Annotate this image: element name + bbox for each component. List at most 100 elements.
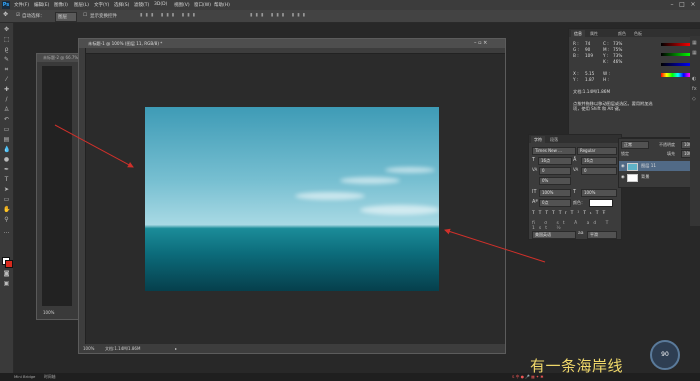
leading-field[interactable]: 16点 <box>581 157 617 165</box>
baseline-icon: Aª <box>532 199 538 205</box>
tab-properties[interactable]: 属性 <box>587 30 601 37</box>
color-panel-icon[interactable]: ▦ <box>692 40 697 46</box>
tab-paragraph[interactable]: 段落 <box>547 136 561 143</box>
menu-image[interactable]: 图像(I) <box>54 2 68 8</box>
tab-info[interactable]: 信息 <box>571 30 585 37</box>
all-caps-button[interactable]: TT <box>545 211 558 216</box>
distribute-icons[interactable]: ▮▮▮ ▮▮▮ ▮▮▮ <box>250 13 308 18</box>
ocean-horizon-image[interactable] <box>145 107 439 291</box>
menu-layer[interactable]: 图层(L) <box>74 2 89 8</box>
font-family-select[interactable]: Times New ... <box>532 147 576 155</box>
blend-mode-select[interactable]: 正常 <box>621 141 649 149</box>
quick-mask-icon[interactable]: ◙ <box>3 271 10 277</box>
timeline-tab[interactable]: 时间轴 <box>44 373 55 381</box>
auto-select-checkbox[interactable]: ☑ <box>16 13 20 18</box>
hand-tool-icon[interactable]: ✋ <box>3 207 10 213</box>
secondary-document-window[interactable]: 未标题-2 @ 66.7% 100% <box>36 53 80 320</box>
document-window-controls[interactable]: – ▫ × <box>474 40 487 46</box>
secondary-document-title[interactable]: 未标题-2 @ 66.7% <box>37 54 79 62</box>
visibility-eye-icon[interactable]: ◉ <box>621 161 625 171</box>
ruler-vertical[interactable] <box>79 48 86 344</box>
blur-tool-icon[interactable]: 💧 <box>3 147 10 153</box>
layer-row[interactable]: ◉ 背景 🔒 <box>619 172 700 182</box>
menu-3d[interactable]: 3D(D) <box>154 2 167 7</box>
menu-window[interactable]: 窗口(W) <box>194 2 211 8</box>
shape-tool-icon[interactable]: ▭ <box>3 197 10 203</box>
menu-file[interactable]: 文件(F) <box>14 2 29 8</box>
underline-button[interactable]: T <box>596 211 603 216</box>
horizontal-scale-field[interactable]: 100% <box>581 189 617 197</box>
eraser-tool-icon[interactable]: ▭ <box>3 127 10 133</box>
language-select[interactable]: 美国英语 <box>532 231 576 239</box>
align-icons[interactable]: ▮▮▮ ▮▮▮ ▮▮▮ <box>140 13 198 18</box>
styles-panel-icon[interactable]: fx <box>692 86 697 92</box>
lasso-tool-icon[interactable]: ϱ <box>3 47 10 53</box>
opentype-buttons[interactable]: ﬁ σ st Ā ad T 1st ½ <box>532 221 618 231</box>
dodge-tool-icon[interactable]: ● <box>3 157 10 163</box>
minimize-icon[interactable]: – <box>668 1 676 8</box>
layer-row-active[interactable]: ◉ 图层 11 <box>619 161 700 171</box>
gradient-tool-icon[interactable]: ▤ <box>3 137 10 143</box>
vertical-scale-field[interactable]: 100% <box>539 189 571 197</box>
quick-select-icon[interactable]: ✎ <box>3 57 10 63</box>
healing-brush-icon[interactable]: ✚ <box>3 87 10 93</box>
text-color-swatch[interactable] <box>589 199 613 207</box>
menu-view[interactable]: 视图(V) <box>174 2 190 8</box>
layer-name[interactable]: 图层 11 <box>641 161 656 171</box>
move-tool-icon[interactable]: ✥ <box>3 27 10 33</box>
paths-panel-icon[interactable]: ◇ <box>692 96 696 102</box>
tab-swatches[interactable]: 色板 <box>631 30 645 37</box>
tracking-field[interactable]: 0 <box>581 167 617 175</box>
status-arrow-icon[interactable]: ▸ <box>175 344 177 353</box>
baseline-field[interactable]: 0点 <box>539 199 571 207</box>
auto-select-dropdown[interactable]: 图层 <box>55 12 77 22</box>
tsume-field[interactable]: 0% <box>539 177 571 185</box>
small-caps-button[interactable]: Tr <box>559 211 571 216</box>
ruler-horizontal[interactable] <box>85 48 505 54</box>
type-style-buttons[interactable]: TTTTTrT¹T₁TŦ <box>532 211 618 218</box>
type-tool-icon[interactable]: T <box>3 177 10 183</box>
font-size-field[interactable]: 16点 <box>538 157 572 165</box>
superscript-button[interactable]: T¹ <box>571 211 584 216</box>
visibility-eye-icon[interactable]: ◉ <box>621 172 625 182</box>
adjustments-panel-icon[interactable]: ◐ <box>692 76 696 82</box>
mini-bridge-tab[interactable]: Mini Bridge <box>14 373 35 381</box>
brush-tool-icon[interactable]: ∕ <box>3 97 10 103</box>
eyedropper-icon[interactable]: ⁄ <box>3 77 10 83</box>
history-brush-icon[interactable]: ↶ <box>3 117 10 123</box>
show-transform-checkbox[interactable]: ☐ <box>83 13 87 18</box>
kerning-field[interactable]: 0 <box>539 167 571 175</box>
clone-stamp-icon[interactable]: ♙ <box>3 107 10 113</box>
menu-help[interactable]: 帮助(H) <box>214 2 230 8</box>
subscript-button[interactable]: T₁ <box>583 211 596 216</box>
pen-tool-icon[interactable]: ✒ <box>3 167 10 173</box>
auto-select-value: 图层 <box>58 15 67 20</box>
background-color[interactable] <box>5 260 13 268</box>
strikethrough-button[interactable]: Ŧ <box>603 211 610 216</box>
secondary-document-canvas[interactable] <box>42 66 72 306</box>
document-title[interactable]: 未标题-1 @ 100% (图层 11, RGB/8) * <box>79 39 505 48</box>
layer-name[interactable]: 背景 <box>641 172 649 182</box>
faux-bold-button[interactable]: T <box>532 211 539 216</box>
zoom-level[interactable]: 100% <box>83 344 94 353</box>
path-select-icon[interactable]: ➤ <box>3 187 10 193</box>
maximize-icon[interactable]: □ <box>678 1 686 8</box>
layers-panel: 正常 不透明度 100% 锁定 填充 100% ◉ 图层 11 ◉ 背景 🔒 <box>618 138 700 188</box>
more-tools-icon[interactable]: … <box>3 229 10 235</box>
screen-mode-icon[interactable]: ▣ <box>3 281 10 287</box>
anti-alias-select[interactable]: 平滑 <box>587 231 617 239</box>
close-icon[interactable]: × <box>689 1 697 8</box>
menu-edit[interactable]: 编辑(E) <box>34 2 49 8</box>
tab-color[interactable]: 颜色 <box>615 30 629 37</box>
menu-type[interactable]: 文字(Y) <box>94 2 109 8</box>
crop-tool-icon[interactable]: ⌗ <box>3 67 10 73</box>
marquee-tool-icon[interactable]: ⬚ <box>3 37 10 43</box>
zoom-tool-icon[interactable]: ⚲ <box>3 217 10 223</box>
font-style-select[interactable]: Regular <box>577 147 617 155</box>
menu-select[interactable]: 选择(S) <box>114 2 129 8</box>
tray-icons[interactable]: S 中 ● 🎤 ▦ ✦ ✱ <box>512 373 543 381</box>
tab-character[interactable]: 字符 <box>531 136 545 143</box>
move-tool-icon[interactable]: ✥ <box>3 11 8 18</box>
menu-filter[interactable]: 滤镜(T) <box>134 2 149 8</box>
swatches-panel-icon[interactable]: ▦ <box>692 50 697 56</box>
